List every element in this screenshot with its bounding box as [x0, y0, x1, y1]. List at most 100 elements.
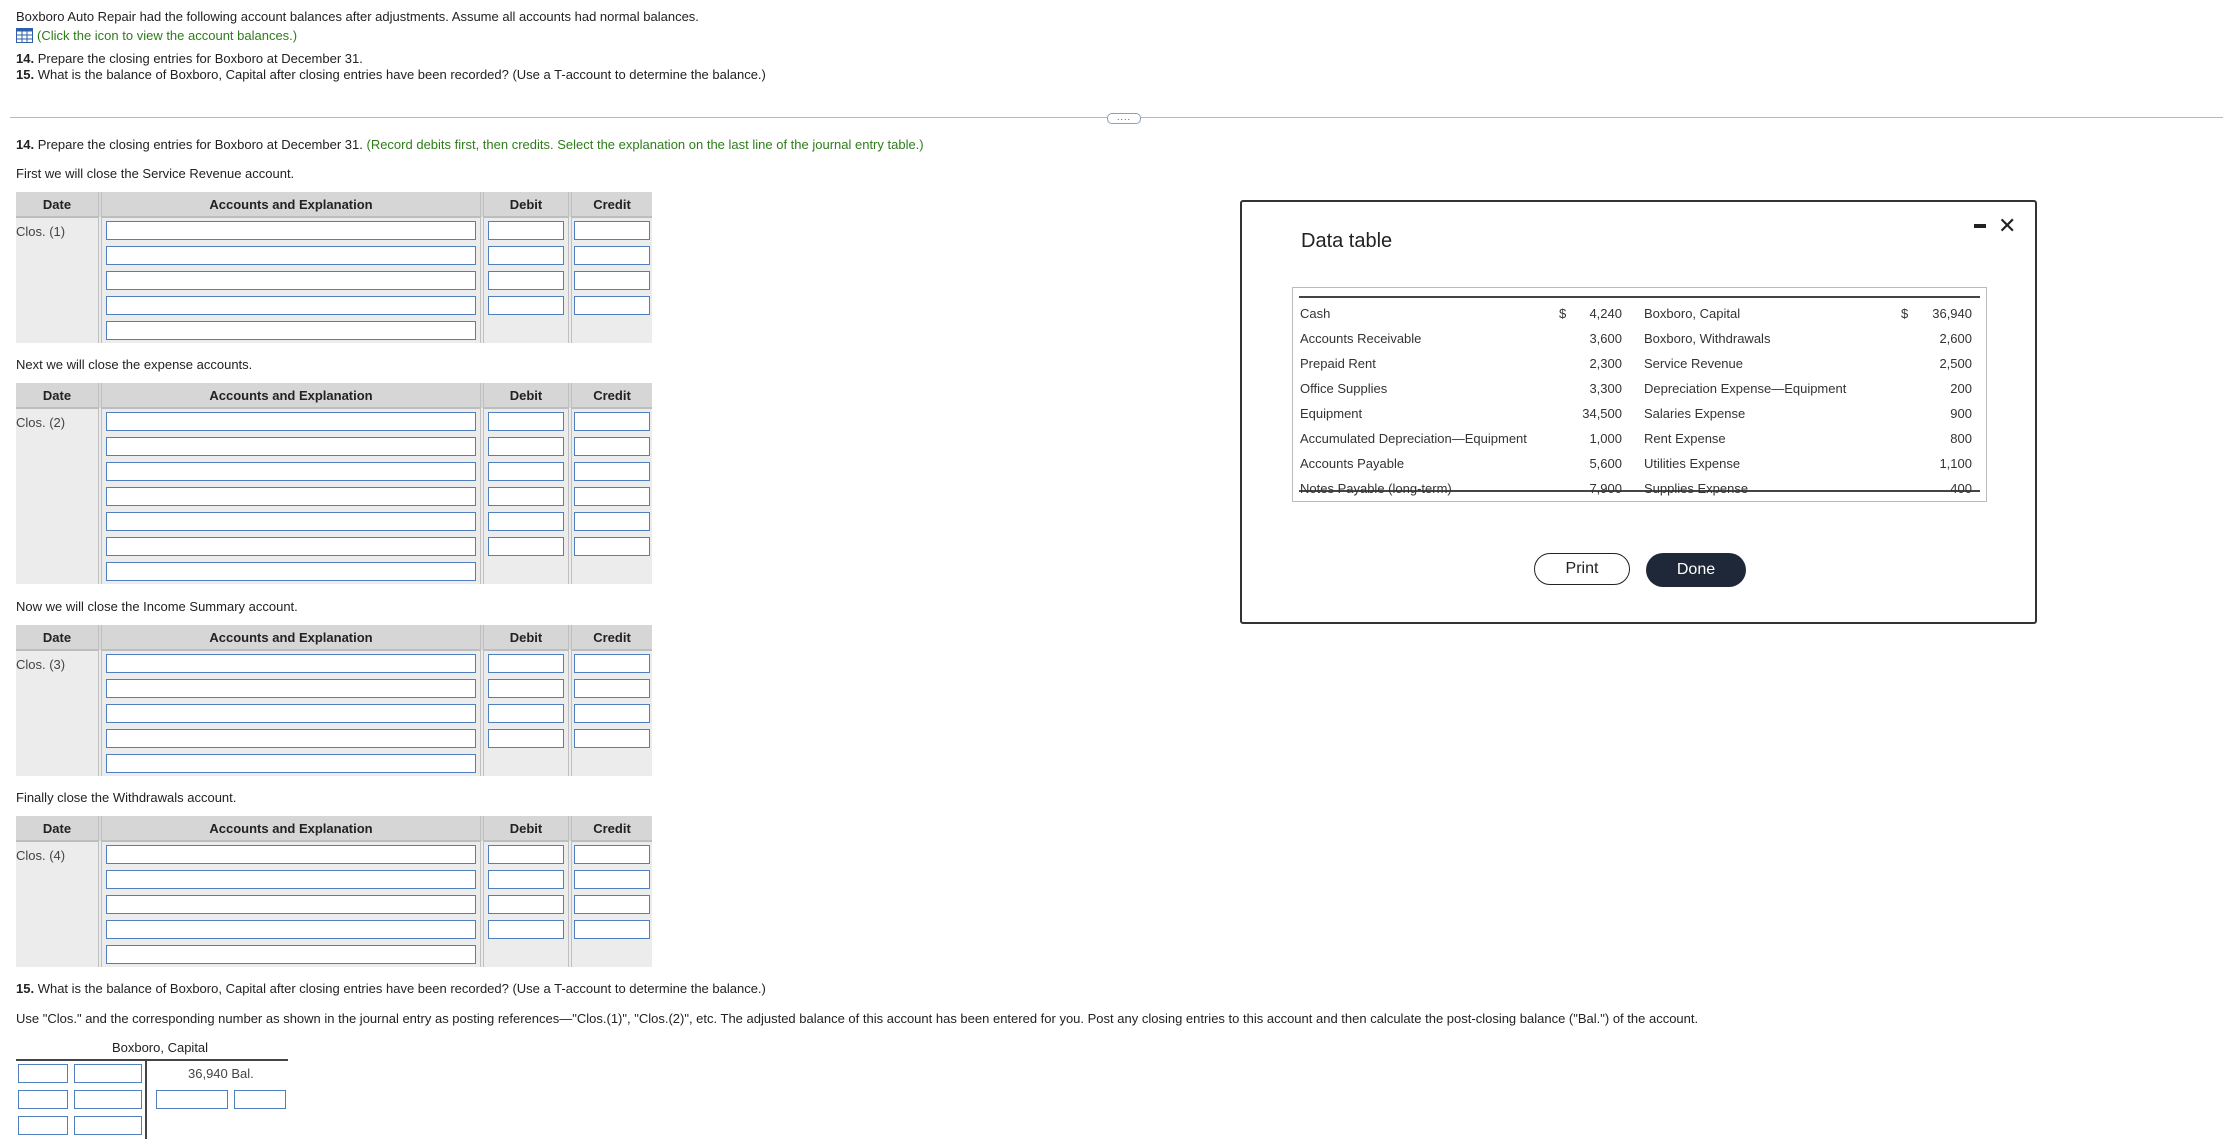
account-input[interactable]	[106, 537, 476, 556]
account-input[interactable]	[106, 729, 476, 748]
credit-input[interactable]	[574, 845, 650, 864]
credit-input[interactable]	[574, 537, 650, 556]
view-balances-link[interactable]: (Click the icon to view the account bala…	[16, 26, 766, 45]
credit-input[interactable]	[574, 437, 650, 456]
debit-header: Debit	[480, 625, 570, 651]
credit-input[interactable]	[574, 704, 650, 723]
account-input[interactable]	[106, 920, 476, 939]
resize-handle[interactable]: ....	[1107, 113, 1141, 124]
credit-input[interactable]	[574, 462, 650, 481]
currency-symbol: $	[1559, 306, 1567, 321]
credit-input[interactable]	[574, 895, 650, 914]
account-input[interactable]	[106, 679, 476, 698]
t-debit-amount-input[interactable]	[74, 1090, 142, 1109]
credit-input[interactable]	[574, 221, 650, 240]
debit-input[interactable]	[488, 845, 564, 864]
debit-input[interactable]	[488, 271, 564, 290]
balance-row: Accumulated Depreciation—Equipment 1,000 R…	[1299, 426, 1980, 451]
account-input[interactable]	[106, 704, 476, 723]
account-input[interactable]	[106, 754, 476, 773]
debit-header: Debit	[480, 192, 570, 218]
account-input[interactable]	[106, 512, 476, 531]
account-value: 2,300	[1589, 356, 1622, 371]
view-balances-text[interactable]: (Click the icon to view the account bala…	[37, 26, 297, 45]
credit-input[interactable]	[574, 870, 650, 889]
debit-input[interactable]	[488, 412, 564, 431]
debit-input[interactable]	[488, 870, 564, 889]
credit-input[interactable]	[574, 512, 650, 531]
debit-input[interactable]	[488, 246, 564, 265]
account-input[interactable]	[106, 221, 476, 240]
close-icon[interactable]: ✕	[1998, 215, 2016, 237]
t-debit-amount-input[interactable]	[74, 1064, 142, 1083]
debit-input[interactable]	[488, 895, 564, 914]
credit-input[interactable]	[574, 654, 650, 673]
t-account-title: Boxboro, Capital	[111, 1040, 209, 1055]
account-input[interactable]	[106, 412, 476, 431]
debit-input[interactable]	[488, 512, 564, 531]
minimize-icon[interactable]	[1974, 224, 1986, 228]
credit-input[interactable]	[574, 920, 650, 939]
print-button[interactable]: Print	[1534, 553, 1630, 585]
currency-symbol: $	[1901, 306, 1909, 321]
journal-row	[16, 484, 652, 509]
credit-input[interactable]	[574, 271, 650, 290]
debit-input[interactable]	[488, 437, 564, 456]
debit-input[interactable]	[488, 296, 564, 315]
t-credit-ref-input[interactable]	[156, 1090, 228, 1109]
done-button[interactable]: Done	[1646, 553, 1746, 587]
credit-input[interactable]	[574, 487, 650, 506]
debit-input[interactable]	[488, 537, 564, 556]
debit-input[interactable]	[488, 679, 564, 698]
debit-input[interactable]	[488, 654, 564, 673]
journal-row	[16, 559, 652, 584]
journal-row	[16, 268, 652, 293]
account-value: 400	[1950, 481, 1972, 496]
debit-input[interactable]	[488, 462, 564, 481]
account-input[interactable]	[106, 296, 476, 315]
account-value: 900	[1950, 406, 1972, 421]
account-input[interactable]	[106, 562, 476, 581]
accounts-header: Accounts and Explanation	[98, 625, 482, 651]
t-debit-amount-input[interactable]	[74, 1116, 142, 1135]
account-input[interactable]	[106, 321, 476, 340]
credit-input[interactable]	[574, 412, 650, 431]
account-input[interactable]	[106, 895, 476, 914]
intro-text: Boxboro Auto Repair had the following ac…	[16, 9, 699, 24]
debit-input[interactable]	[488, 221, 564, 240]
journal-row: Clos. (1)	[16, 217, 652, 243]
account-input[interactable]	[106, 870, 476, 889]
table-icon[interactable]	[16, 28, 33, 43]
account-input[interactable]	[106, 845, 476, 864]
credit-input[interactable]	[574, 679, 650, 698]
date-header: Date	[16, 625, 100, 651]
account-input[interactable]	[106, 487, 476, 506]
account-name: Service Revenue	[1644, 356, 1743, 371]
journal-row	[16, 726, 652, 751]
account-input[interactable]	[106, 462, 476, 481]
credit-input[interactable]	[574, 296, 650, 315]
debit-input[interactable]	[488, 920, 564, 939]
account-input[interactable]	[106, 945, 476, 964]
journal-header-row: Date Accounts and Explanation Debit Credit	[16, 192, 652, 218]
account-input[interactable]	[106, 246, 476, 265]
account-input[interactable]	[106, 654, 476, 673]
account-value: 36,940	[1932, 306, 1972, 321]
t-credit-amount-input[interactable]	[234, 1090, 286, 1109]
account-name: Accumulated Depreciation—Equipment	[1300, 431, 1527, 446]
entry-date: Clos. (3)	[16, 657, 66, 672]
debit-input[interactable]	[488, 729, 564, 748]
debit-header: Debit	[480, 816, 570, 842]
account-input[interactable]	[106, 271, 476, 290]
debit-input[interactable]	[488, 487, 564, 506]
t-debit-ref-input[interactable]	[18, 1116, 68, 1135]
debit-input[interactable]	[488, 704, 564, 723]
journal-header-row: Date Accounts and Explanation Debit Credit	[16, 383, 652, 409]
account-input[interactable]	[106, 437, 476, 456]
t-account-balance: 36,940 Bal.	[188, 1066, 254, 1081]
t-account-boxboro-capital: Boxboro, Capital 36,940 Bal.	[16, 1040, 288, 1139]
t-debit-ref-input[interactable]	[18, 1064, 68, 1083]
credit-input[interactable]	[574, 729, 650, 748]
t-debit-ref-input[interactable]	[18, 1090, 68, 1109]
credit-input[interactable]	[574, 246, 650, 265]
